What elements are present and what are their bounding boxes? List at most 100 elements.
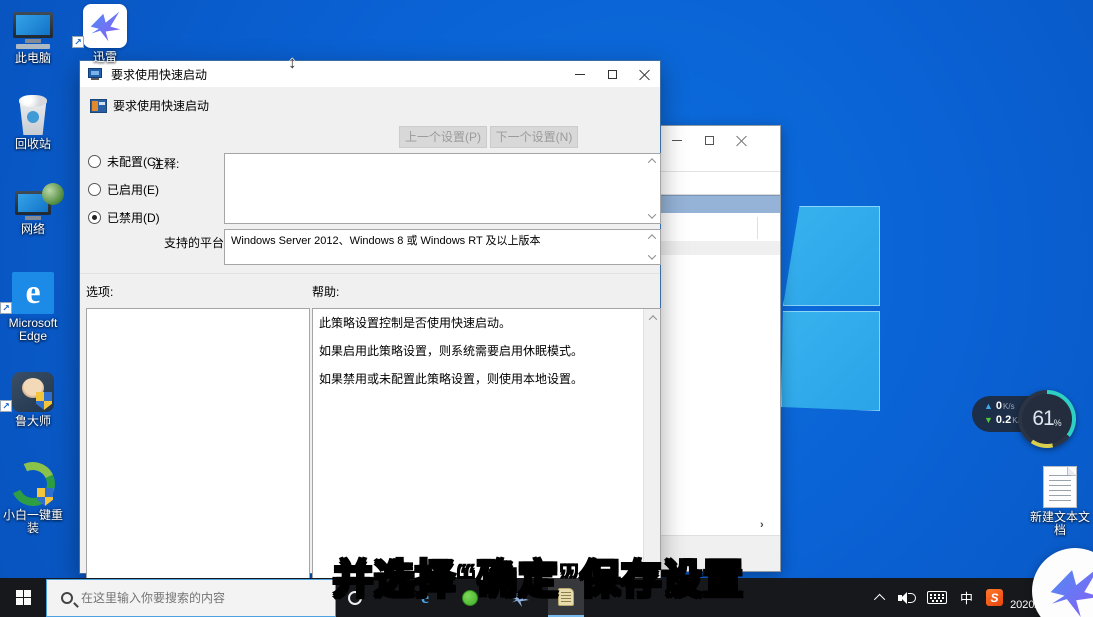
close-icon[interactable]: [628, 61, 660, 87]
maximize-icon[interactable]: [693, 126, 725, 154]
divider: [80, 273, 660, 274]
xunlei-bird-icon: [1046, 562, 1093, 617]
upload-speed: 0: [996, 400, 1002, 412]
radio-label: 已禁用(D): [107, 209, 160, 226]
desktop-icon-edge[interactable]: e ↗ Microsoft Edge: [0, 272, 66, 343]
close-icon[interactable]: [725, 126, 757, 154]
desktop-icon-ludashi[interactable]: ↗ 鲁大师: [0, 372, 66, 428]
desktop: 此电脑 回收站 网络 e ↗ Microsoft Edge ↗ 鲁大师 小白一键…: [0, 0, 1093, 617]
download-speed: 0.2: [996, 414, 1011, 426]
radio-label: 已启用(E): [107, 181, 159, 198]
radio-not-configured[interactable]: 未配置(C): [88, 153, 160, 170]
desktop-icon-recycle-bin[interactable]: 回收站: [0, 95, 66, 151]
options-panel[interactable]: [86, 308, 310, 588]
dialog-body: 要求使用快速启动 上一个设置(P) 下一个设置(N) 未配置(C) 已启用(E)…: [80, 87, 660, 573]
start-button[interactable]: [0, 578, 46, 617]
upload-arrow-icon: ▲: [984, 401, 993, 411]
usage-percent-unit: %: [1054, 418, 1062, 428]
desktop-icon-network[interactable]: 网络: [0, 183, 66, 236]
windows-logo-icon: [16, 590, 31, 605]
desktop-icon-label: 小白一键重装: [0, 509, 66, 535]
taskbar-search[interactable]: [46, 579, 336, 617]
dialog-title: 要求使用快速启动: [111, 66, 207, 83]
next-setting-button[interactable]: 下一个设置(N): [490, 126, 578, 148]
scroll-up-icon[interactable]: [644, 309, 661, 326]
radio-circle[interactable]: [88, 155, 101, 168]
scroll-down-icon[interactable]: [646, 211, 658, 221]
dialog-app-icon: [88, 68, 104, 81]
wallpaper-logo-pane-bottom: [781, 311, 880, 411]
policy-setting-icon: [90, 99, 107, 113]
wallpaper-logo-pane-top: [783, 206, 880, 306]
usage-percent: 61: [1032, 407, 1053, 431]
search-input[interactable]: [81, 591, 311, 605]
supported-on-label: 支持的平台:: [164, 234, 227, 251]
text-document-icon: [1025, 466, 1093, 508]
recycle-bin-icon: [0, 95, 66, 135]
minimize-icon[interactable]: [661, 126, 693, 154]
subtitle-text: 并选择“确定”保存设置: [333, 547, 744, 605]
background-window[interactable]: ›: [660, 125, 781, 572]
desktop-icon-label: 迅雷: [72, 51, 138, 64]
xunlei-icon: ↗: [72, 4, 138, 48]
comment-label: 注释:: [152, 155, 179, 172]
desktop-icon-label: 此电脑: [0, 52, 66, 65]
previous-setting-button[interactable]: 上一个设置(P): [399, 126, 487, 148]
xiaobai-reinstall-icon: [0, 462, 66, 506]
sogou-icon[interactable]: S: [986, 589, 1003, 606]
help-label: 帮助:: [312, 283, 339, 300]
xunlei-bird-icon: [88, 9, 122, 43]
options-label: 选项:: [86, 283, 113, 300]
radio-enabled[interactable]: 已启用(E): [88, 181, 159, 198]
minimize-icon[interactable]: [564, 61, 596, 87]
desktop-icon-this-pc[interactable]: 此电脑: [0, 12, 66, 65]
help-paragraph: 如果启用此策略设置，则系统需要启用休眠模式。: [319, 344, 637, 358]
desktop-icon-label: 回收站: [0, 138, 66, 151]
scroll-up-icon[interactable]: [646, 232, 658, 242]
supported-on-textarea[interactable]: Windows Server 2012、Windows 8 或 Windows …: [224, 229, 661, 265]
background-window-titlebar: [661, 126, 780, 154]
desktop-icon-xunlei[interactable]: ↗ 迅雷: [72, 4, 138, 64]
scroll-right-icon[interactable]: ›: [760, 519, 770, 531]
dialog-titlebar[interactable]: 要求使用快速启动: [80, 61, 660, 87]
radio-circle[interactable]: [88, 211, 101, 224]
scroll-down-icon[interactable]: [646, 252, 658, 262]
radio-circle[interactable]: [88, 183, 101, 196]
tray-chevron-up-icon[interactable]: [874, 593, 885, 604]
shortcut-arrow-icon: ↗: [0, 400, 12, 412]
scroll-up-icon[interactable]: [646, 156, 658, 166]
background-window-row: [661, 213, 780, 241]
background-window-selected-row[interactable]: [661, 195, 780, 213]
desktop-icon-label: 鲁大师: [0, 415, 66, 428]
policy-setting-dialog: 要求使用快速启动 要求使用快速启动 上一个设置(P) 下一个设置(N) 未配置(…: [79, 60, 661, 574]
volume-icon[interactable]: [898, 591, 914, 605]
upload-unit: K/s: [1003, 402, 1015, 411]
desktop-icon-xiaobai[interactable]: 小白一键重装: [0, 462, 66, 535]
policy-setting-name: 要求使用快速启动: [113, 97, 209, 114]
desktop-icon-label: 新建文本文档: [1025, 511, 1093, 537]
desktop-icon-label: Microsoft Edge: [0, 317, 66, 343]
edge-icon: e ↗: [0, 272, 66, 314]
touch-keyboard-icon[interactable]: [927, 591, 947, 604]
comment-textarea[interactable]: [224, 153, 661, 224]
download-arrow-icon: ▼: [984, 415, 993, 425]
desktop-icon-new-text-doc[interactable]: 新建文本文档: [1025, 466, 1093, 537]
search-icon: [61, 592, 73, 604]
help-paragraph: 此策略设置控制是否使用快速启动。: [319, 316, 637, 330]
ludashi-icon: ↗: [0, 372, 66, 412]
system-tray: 中 S: [877, 578, 1003, 617]
resize-cursor-icon: ↕: [288, 53, 297, 73]
maximize-icon[interactable]: [596, 61, 628, 87]
network-icon: [0, 183, 66, 220]
this-pc-icon: [0, 12, 66, 49]
shortcut-arrow-icon: ↗: [72, 36, 84, 48]
shortcut-arrow-icon: ↗: [0, 302, 12, 314]
desktop-icon-label: 网络: [0, 223, 66, 236]
memory-usage-ball[interactable]: 61 %: [1018, 390, 1076, 448]
background-window-header-band: [661, 241, 780, 255]
ime-indicator[interactable]: 中: [960, 588, 973, 607]
background-window-toolbar: [661, 171, 780, 195]
supported-on-value: Windows Server 2012、Windows 8 或 Windows …: [225, 230, 660, 248]
radio-disabled[interactable]: 已禁用(D): [88, 209, 160, 226]
xunlei-floating-ball[interactable]: [1032, 548, 1093, 617]
